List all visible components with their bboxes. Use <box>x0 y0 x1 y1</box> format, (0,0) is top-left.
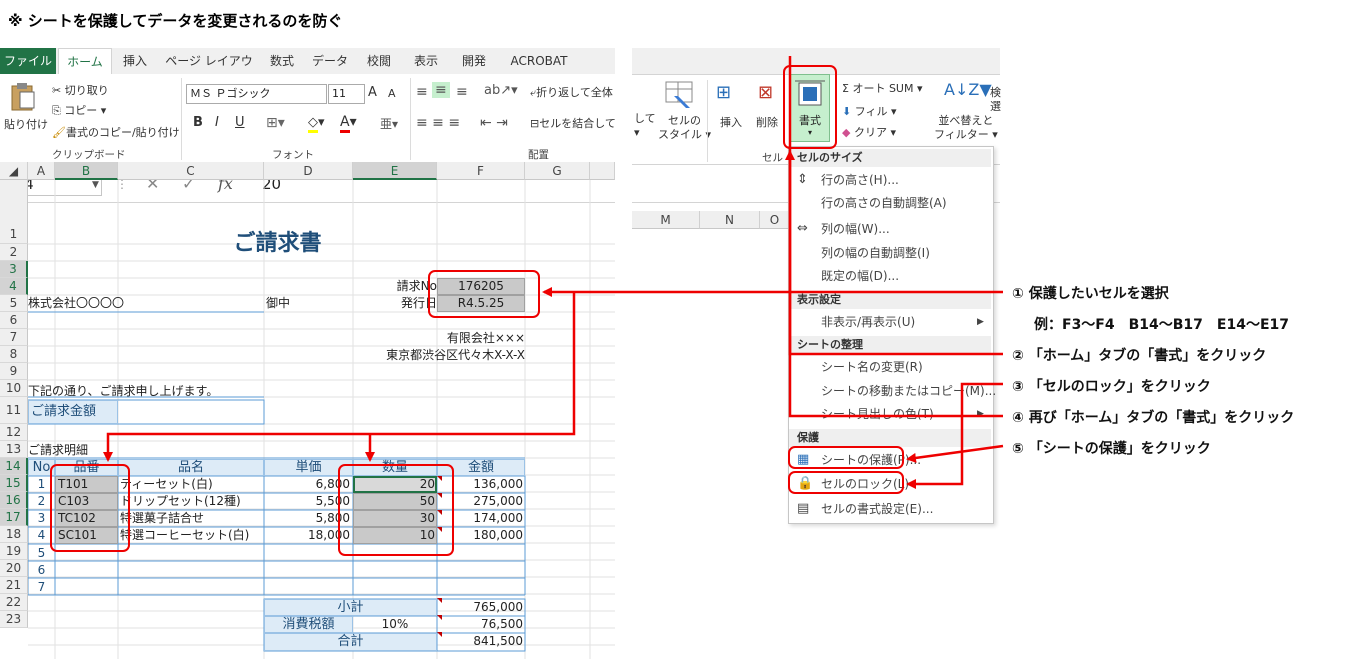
annotation-step4: ④ 再び「ホーム」タブの「書式」をクリック <box>1012 410 1295 426</box>
annotation-step5: ⑤ 「シートの保護」をクリック <box>1012 441 1211 457</box>
annotation-step2: ② 「ホーム」タブの「書式」をクリック <box>1012 348 1267 364</box>
annotation-step1-example: 例：F3～F4 B14～B17 E14～E17 <box>1034 317 1290 333</box>
annotation-step1: ① 保護したいセルを選択 <box>1012 286 1169 302</box>
annotation-step3: ③ 「セルのロック」をクリック <box>1012 379 1211 395</box>
